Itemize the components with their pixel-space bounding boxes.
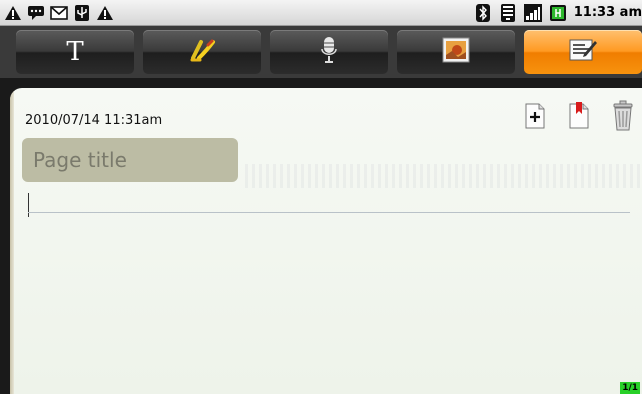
- text-tool-button[interactable]: T: [16, 30, 134, 74]
- bluetooth-icon: [474, 3, 492, 22]
- page-indicator: 1/1: [620, 382, 640, 394]
- voice-tool-button[interactable]: [270, 30, 388, 74]
- system-icons: 11:33 am: [474, 2, 642, 23]
- note-page[interactable]: 2010/07/14 11:31am Page title 1/1: [10, 88, 642, 394]
- pen-icon: [187, 36, 217, 68]
- page-tool-button[interactable]: [524, 30, 642, 74]
- bookmark-icon[interactable]: [566, 100, 592, 132]
- mail-icon[interactable]: [50, 4, 68, 22]
- faded-text-strip: [245, 164, 640, 188]
- signal-icon: [523, 3, 542, 22]
- page-frame: 2010/07/14 11:31am Page title 1/1: [0, 78, 642, 394]
- page-title-input[interactable]: [31, 147, 235, 173]
- usb-icon[interactable]: [73, 4, 91, 22]
- text-tool-label: T: [66, 37, 84, 67]
- text-cursor: [28, 193, 29, 217]
- chat-icon[interactable]: [27, 4, 45, 22]
- draw-tool-button[interactable]: [143, 30, 261, 74]
- trash-icon[interactable]: [610, 100, 636, 132]
- editor-toolbar: T: [0, 26, 642, 78]
- add-page-icon[interactable]: [522, 100, 548, 132]
- warning-icon[interactable]: [4, 4, 22, 22]
- warning-icon[interactable]: [96, 4, 114, 22]
- page-edit-icon: [568, 37, 598, 67]
- page-actions: [522, 100, 636, 132]
- clock: 11:33 am: [573, 5, 642, 20]
- status-bar: 11:33 am: [0, 0, 642, 26]
- picture-icon: [442, 37, 470, 67]
- battery-icon: [549, 4, 567, 22]
- microphone-icon: [321, 36, 337, 68]
- page-title-field[interactable]: [22, 138, 238, 182]
- image-tool-button[interactable]: [397, 30, 515, 74]
- wifi-icon: [499, 3, 517, 22]
- ruled-line: [28, 212, 630, 213]
- notification-icons: [4, 2, 114, 23]
- page-timestamp: 2010/07/14 11:31am: [25, 113, 163, 128]
